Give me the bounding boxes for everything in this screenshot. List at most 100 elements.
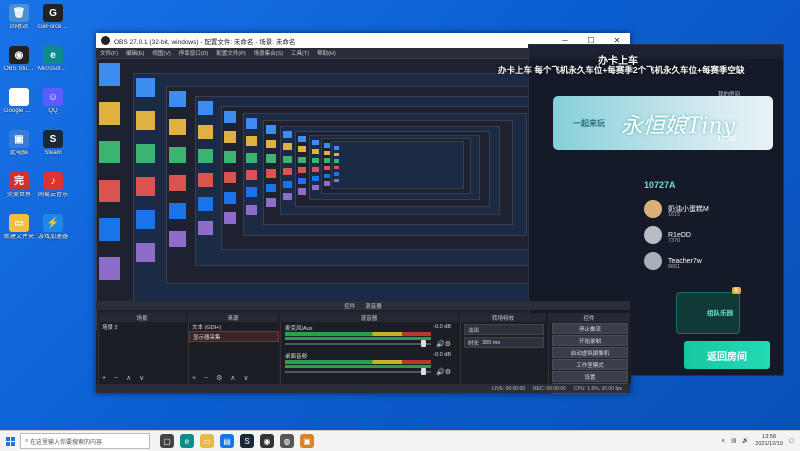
tab-controls[interactable]: 控件 bbox=[344, 302, 355, 310]
desktop-icon[interactable]: ◉ OBS Studio bbox=[4, 46, 34, 73]
clock[interactable]: 13:58 2021/12/19 bbox=[755, 434, 783, 448]
speaker-icon[interactable]: 🔊⚙ bbox=[436, 340, 451, 348]
preview-tile bbox=[311, 139, 319, 145]
desktop-icon[interactable]: ♪ 网易云音乐 bbox=[38, 172, 68, 199]
tray-chevron-icon[interactable]: ∧ bbox=[721, 438, 725, 444]
notification-icon[interactable]: ▢ bbox=[789, 438, 794, 444]
preview-tile bbox=[169, 231, 186, 248]
preview-tile bbox=[246, 135, 258, 146]
desktop-meter bbox=[285, 360, 431, 364]
control-button[interactable]: 停止推流 bbox=[552, 323, 628, 334]
desktop-icon-label: 完美世界 bbox=[6, 192, 31, 198]
desktop-icons: 🗑 回收站 G GeForce Experience ◉ OBS Studio e Micro… bbox=[0, 0, 96, 430]
app-icon: e bbox=[43, 46, 63, 64]
desktop-icon[interactable]: e Microsoft Edge bbox=[38, 46, 68, 73]
player-row[interactable]: R1eDD 7370 bbox=[644, 222, 769, 248]
preview-tile bbox=[223, 191, 237, 204]
mic-volume-knob[interactable] bbox=[421, 340, 426, 347]
preview-tile bbox=[246, 170, 258, 181]
volume-icon[interactable]: 🔊 bbox=[742, 438, 749, 444]
player-row[interactable]: Teacher7w 6661 bbox=[644, 248, 769, 274]
room-id: 10727A bbox=[644, 180, 676, 190]
menu-item[interactable]: 文件(F) bbox=[96, 49, 122, 57]
preview-tile bbox=[298, 156, 307, 163]
back-room-button[interactable]: 返回房间 bbox=[684, 341, 770, 369]
source-item-text[interactable]: 文本 (GDI+) bbox=[189, 322, 279, 331]
store-icon[interactable]: ▤ bbox=[220, 434, 234, 448]
control-button[interactable]: 工作室模式 bbox=[552, 359, 628, 370]
app-icon: G bbox=[43, 4, 63, 22]
scene-item[interactable]: 场景 2 bbox=[99, 322, 187, 331]
obs-taskbar-icon[interactable]: ◉ bbox=[260, 434, 274, 448]
transition-select[interactable]: 淡出 bbox=[464, 324, 544, 335]
start-button[interactable] bbox=[0, 431, 20, 451]
source-item-display[interactable]: 显示器采集 bbox=[189, 331, 279, 342]
app-icon: ▭ bbox=[9, 214, 29, 232]
control-button[interactable]: 设置 bbox=[552, 371, 628, 382]
new-badge: 新 bbox=[731, 287, 741, 294]
preview-tile bbox=[246, 204, 258, 215]
game-banner[interactable]: 一起来玩 永恒娘Tiny 12.26 bbox=[553, 96, 773, 150]
desktop-icon-label: 回收站 bbox=[9, 24, 28, 30]
obs-icon bbox=[101, 36, 110, 45]
menu-item[interactable]: 配置文件(P) bbox=[212, 49, 249, 57]
mixer-panel: 麦克风/Aux -0.0 dB 🔊⚙ 桌面音频 -0.0 dB 🔊⚙ bbox=[280, 322, 459, 384]
transitions-header: 转场特效 bbox=[460, 313, 546, 322]
sources-header: 来源 bbox=[188, 313, 278, 322]
explorer-icon[interactable]: ▭ bbox=[200, 434, 214, 448]
app-icon: ⚡ bbox=[43, 214, 63, 232]
desktop-icon[interactable]: 完完美世界 bbox=[4, 172, 34, 199]
desktop-icon[interactable]: ☺ QQ bbox=[38, 88, 68, 115]
obs-title: OBS 27.0.1 (32-bit, windows) - 配置文件: 未命名… bbox=[114, 38, 296, 46]
steam-icon[interactable]: S bbox=[240, 434, 254, 448]
mic-meter-2 bbox=[285, 337, 431, 340]
app-icon[interactable]: ◍ bbox=[280, 434, 294, 448]
desktop-icon-label: Microsoft Edge bbox=[38, 66, 68, 72]
preview-tile bbox=[323, 150, 330, 156]
desktop-volume-knob[interactable] bbox=[421, 368, 426, 375]
clock-time: 13:58 bbox=[762, 434, 776, 440]
source-tools[interactable]: + − ⚙ ∧ ∨ bbox=[192, 374, 251, 382]
preview-tile bbox=[265, 183, 276, 193]
control-button[interactable]: 启动虚拟摄像机 bbox=[552, 347, 628, 358]
task-view-icon[interactable]: ▢ bbox=[160, 434, 174, 448]
desktop-icon[interactable]: ⚡ 游戏加速器 bbox=[38, 214, 68, 241]
speaker-icon[interactable]: 🔊⚙ bbox=[436, 368, 451, 376]
player-row[interactable]: 奶油小蛋糕M 1615 bbox=[644, 196, 769, 222]
player-score: 1615 bbox=[668, 212, 681, 218]
preview-tile bbox=[334, 152, 340, 157]
menu-item[interactable]: 场景集合(S) bbox=[250, 49, 287, 57]
network-icon[interactable]: ▥ bbox=[731, 438, 736, 444]
transition-duration[interactable]: 时长 300 ms bbox=[464, 337, 544, 348]
desktop-icon[interactable]: 🗑 回收站 bbox=[4, 4, 34, 31]
preview-tile bbox=[298, 188, 307, 195]
desktop-volume-slider[interactable] bbox=[285, 371, 431, 373]
mic-name: 麦克风/Aux bbox=[285, 326, 313, 332]
sources-panel: 文本 (GDI+) 显示器采集 + − ⚙ ∧ ∨ bbox=[188, 322, 279, 384]
mic-meter bbox=[285, 332, 431, 336]
menu-item[interactable]: 帮助(H) bbox=[313, 49, 340, 57]
scene-tools[interactable]: + − ∧ ∨ bbox=[102, 374, 147, 382]
mic-volume-slider[interactable] bbox=[285, 343, 431, 345]
duration-value: 300 ms bbox=[482, 339, 501, 346]
control-button[interactable]: 开始录制 bbox=[552, 335, 628, 346]
menu-item[interactable]: 视图(V) bbox=[148, 49, 174, 57]
team-park-card[interactable]: 组队乐园 新 bbox=[676, 287, 741, 334]
mixer-header: 混音器 bbox=[280, 313, 458, 322]
menu-item[interactable]: 编辑(E) bbox=[122, 49, 148, 57]
preview-tile bbox=[298, 146, 307, 153]
desktop-icon[interactable]: G GeForce Experience bbox=[38, 4, 68, 31]
tab-mixer[interactable]: 混音器 bbox=[365, 302, 382, 310]
preview-tile bbox=[265, 169, 276, 178]
desktop-icon[interactable]: ● Google Chrome bbox=[4, 88, 34, 115]
menu-item[interactable]: 停靠窗口(D) bbox=[175, 49, 213, 57]
desktop-icon[interactable]: S Steam bbox=[38, 130, 68, 157]
menu-item[interactable]: 工具(T) bbox=[287, 49, 313, 57]
preview-tile bbox=[169, 174, 186, 192]
desktop-icon[interactable]: ▭ 新建文件夹 bbox=[4, 214, 34, 241]
desktop-icon[interactable]: ▣ 此电脑 bbox=[4, 130, 34, 157]
edge-icon[interactable]: e bbox=[180, 434, 194, 448]
app-icon: S bbox=[43, 130, 63, 148]
game-taskbar-icon[interactable]: ▣ bbox=[300, 434, 314, 448]
taskbar-search[interactable]: ⌕ 在这里输入你要搜索的内容 bbox=[20, 433, 150, 449]
